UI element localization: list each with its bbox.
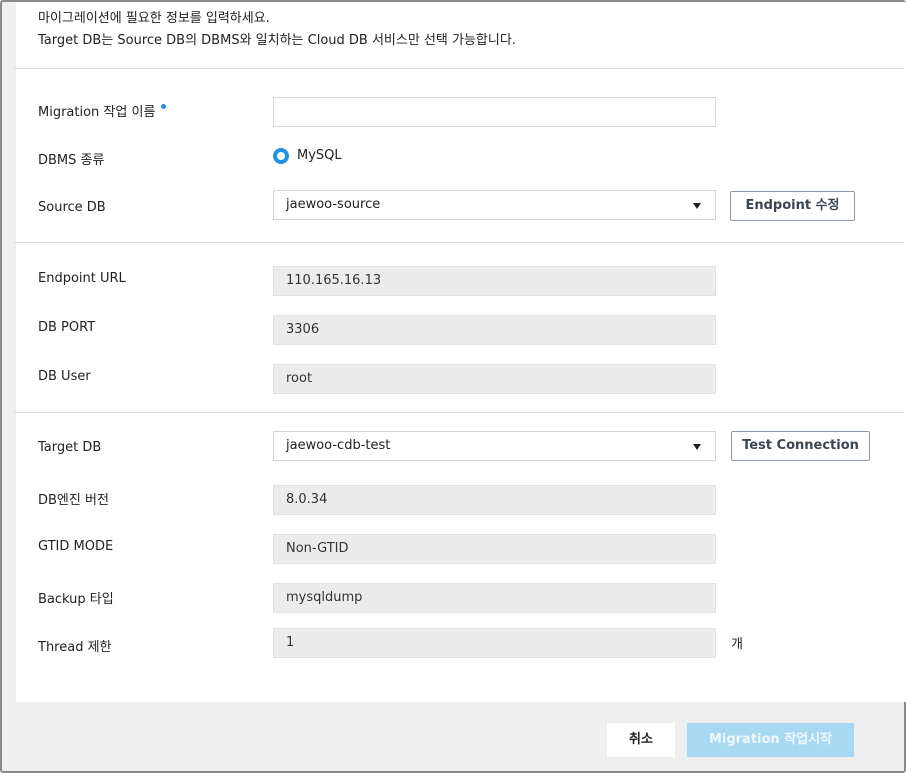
- source-db-select[interactable]: jaewoo-source: [273, 190, 716, 220]
- endpoint-edit-button[interactable]: Endpoint 수정: [730, 191, 855, 221]
- target-db-value: jaewoo-cdb-test: [286, 438, 391, 453]
- db-engine-version-label: DB엔진 버전: [38, 493, 109, 508]
- endpoint-url-label: Endpoint URL: [38, 271, 126, 286]
- source-db-label: Source DB: [38, 200, 106, 215]
- migration-name-label-text: Migration 작업 이름: [38, 105, 156, 120]
- start-migration-button[interactable]: Migration 작업시작: [687, 723, 854, 757]
- backup-type-field: mysqldump: [273, 583, 716, 613]
- db-port-label: DB PORT: [38, 320, 96, 335]
- intro-text: 마이그레이션에 필요한 정보를 입력하세요. Target DB는 Source…: [38, 8, 516, 52]
- endpoint-url-field: 110.165.16.13: [273, 266, 716, 296]
- thread-limit-field: 1: [273, 628, 716, 658]
- thread-limit-label: Thread 제한: [38, 640, 112, 655]
- target-db-select[interactable]: jaewoo-cdb-test: [273, 431, 716, 461]
- section-divider: [14, 412, 904, 413]
- migration-name-label: Migration 작업 이름: [38, 101, 167, 120]
- thread-limit-unit: 개: [731, 637, 743, 652]
- chevron-down-icon: [693, 203, 701, 209]
- gtid-mode-field: Non-GTID: [273, 534, 716, 564]
- db-engine-version-field: 8.0.34: [273, 485, 716, 515]
- intro-line-1: 마이그레이션에 필요한 정보를 입력하세요.: [38, 11, 270, 26]
- chevron-down-icon: [693, 444, 701, 450]
- section-divider: [14, 242, 904, 243]
- backup-type-label: Backup 타입: [38, 592, 114, 607]
- dbms-type-label: DBMS 종류: [38, 153, 105, 168]
- mysql-radio[interactable]: [273, 148, 289, 164]
- gtid-mode-label: GTID MODE: [38, 539, 114, 554]
- db-user-field: root: [273, 364, 716, 394]
- intro-line-2: Target DB는 Source DB의 DBMS와 일치하는 Cloud D…: [38, 33, 516, 48]
- test-connection-button[interactable]: Test Connection: [731, 431, 870, 461]
- db-port-field: 3306: [273, 315, 716, 345]
- target-db-label: Target DB: [38, 440, 102, 455]
- mysql-radio-label[interactable]: MySQL: [297, 148, 342, 163]
- db-user-label: DB User: [38, 369, 91, 384]
- source-db-value: jaewoo-source: [286, 197, 381, 212]
- required-indicator: [161, 104, 167, 109]
- migration-name-input[interactable]: [273, 97, 716, 127]
- cancel-button[interactable]: 취소: [607, 723, 675, 757]
- section-divider: [14, 68, 904, 69]
